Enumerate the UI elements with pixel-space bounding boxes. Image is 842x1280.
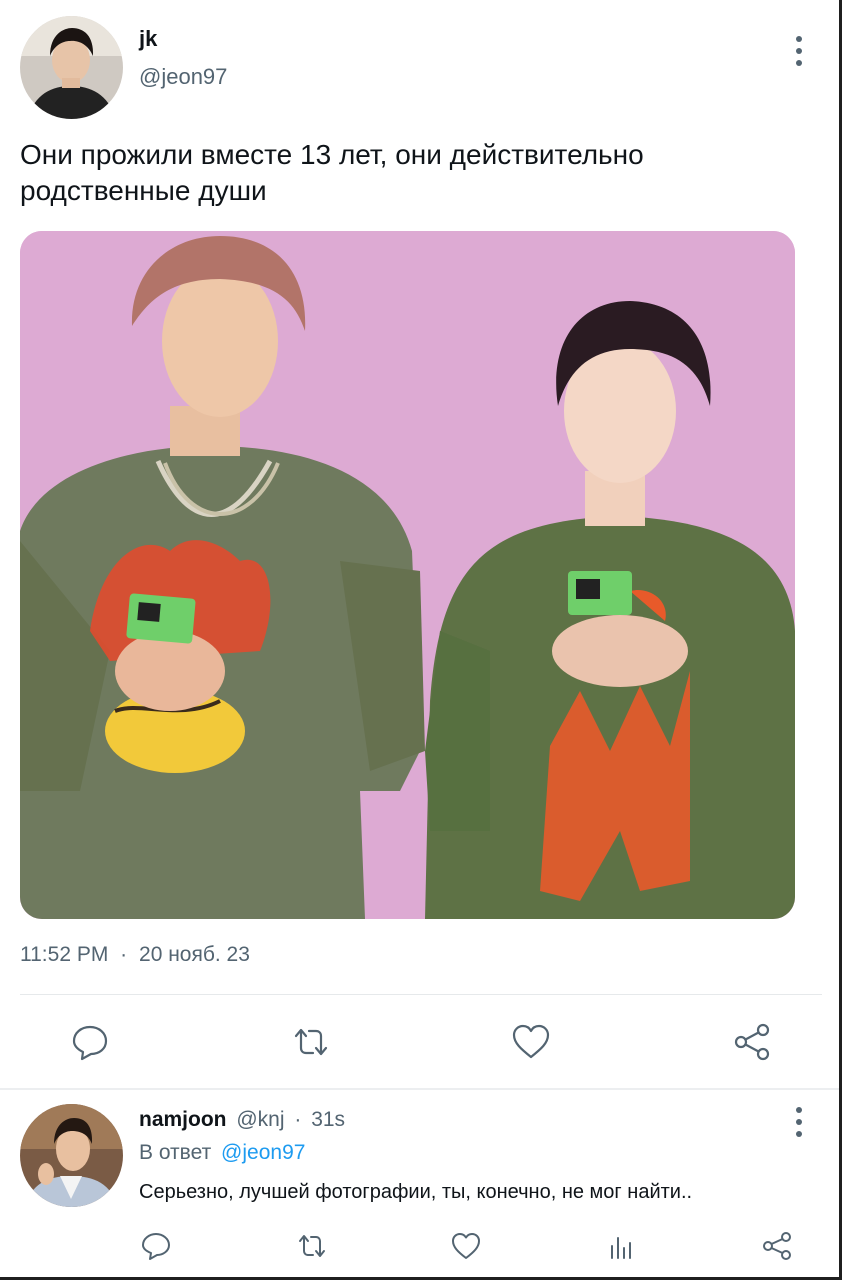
reply-like-button[interactable]: [448, 1226, 484, 1266]
reply-more-options-icon[interactable]: [789, 1107, 809, 1137]
author-display-name[interactable]: jk: [139, 26, 157, 52]
reply-share-button[interactable]: [759, 1226, 795, 1266]
reply-reply-button[interactable]: [138, 1226, 174, 1266]
in-reply-to-handle-link[interactable]: @jeon97: [221, 1141, 305, 1164]
in-reply-to-label: В ответ: [139, 1141, 212, 1164]
retweet-icon: [294, 1028, 328, 1056]
reply-author-line: namjoon @knj · 31s: [139, 1108, 345, 1132]
reply-analytics-button[interactable]: [604, 1226, 640, 1266]
heart-icon: [452, 1233, 480, 1259]
reply-handle[interactable]: @knj: [236, 1108, 284, 1131]
reply-age[interactable]: 31s: [311, 1108, 345, 1131]
reply-action-bar: [0, 1226, 842, 1268]
main-tweet: jk @jeon97 Они прожили вместе 13 лет, он…: [0, 0, 842, 1088]
author-avatar[interactable]: [20, 16, 123, 119]
tweet-divider: [0, 1088, 842, 1090]
reply-author-avatar[interactable]: [20, 1104, 123, 1207]
reply-icon: [142, 1233, 170, 1260]
share-icon: [763, 1232, 791, 1260]
reply-text: Серьезно, лучшей фотографии, ты, конечно…: [139, 1181, 693, 1203]
photo-illustration: [20, 231, 795, 919]
reply-display-name[interactable]: namjoon: [139, 1108, 227, 1131]
divider: [20, 994, 822, 995]
timestamp-separator: ·: [120, 943, 128, 966]
author-handle[interactable]: @jeon97: [139, 64, 227, 90]
retweet-icon: [299, 1235, 325, 1257]
reply-retweet-button[interactable]: [294, 1226, 330, 1266]
tweet-photo[interactable]: [20, 231, 795, 919]
share-icon: [734, 1023, 770, 1061]
tweet-date: 20 нояб. 23: [139, 943, 250, 966]
reply-separator: ·: [294, 1108, 302, 1131]
more-options-icon[interactable]: [789, 36, 809, 66]
tweet-action-bar: [0, 1018, 842, 1066]
share-button[interactable]: [730, 1018, 774, 1066]
heart-icon: [512, 1024, 550, 1059]
like-button[interactable]: [509, 1018, 553, 1066]
reply-button[interactable]: [68, 1018, 112, 1066]
tweet-timestamp[interactable]: 11:52 PM · 20 нояб. 23: [20, 943, 250, 967]
analytics-icon: [611, 1237, 631, 1259]
in-reply-to: В ответ @jeon97: [139, 1141, 305, 1165]
tweet-time: 11:52 PM: [20, 943, 109, 966]
reply-icon: [72, 1025, 108, 1061]
tweet-text: Они прожили вместе 13 лет, они действите…: [20, 139, 644, 206]
retweet-button[interactable]: [289, 1018, 333, 1066]
